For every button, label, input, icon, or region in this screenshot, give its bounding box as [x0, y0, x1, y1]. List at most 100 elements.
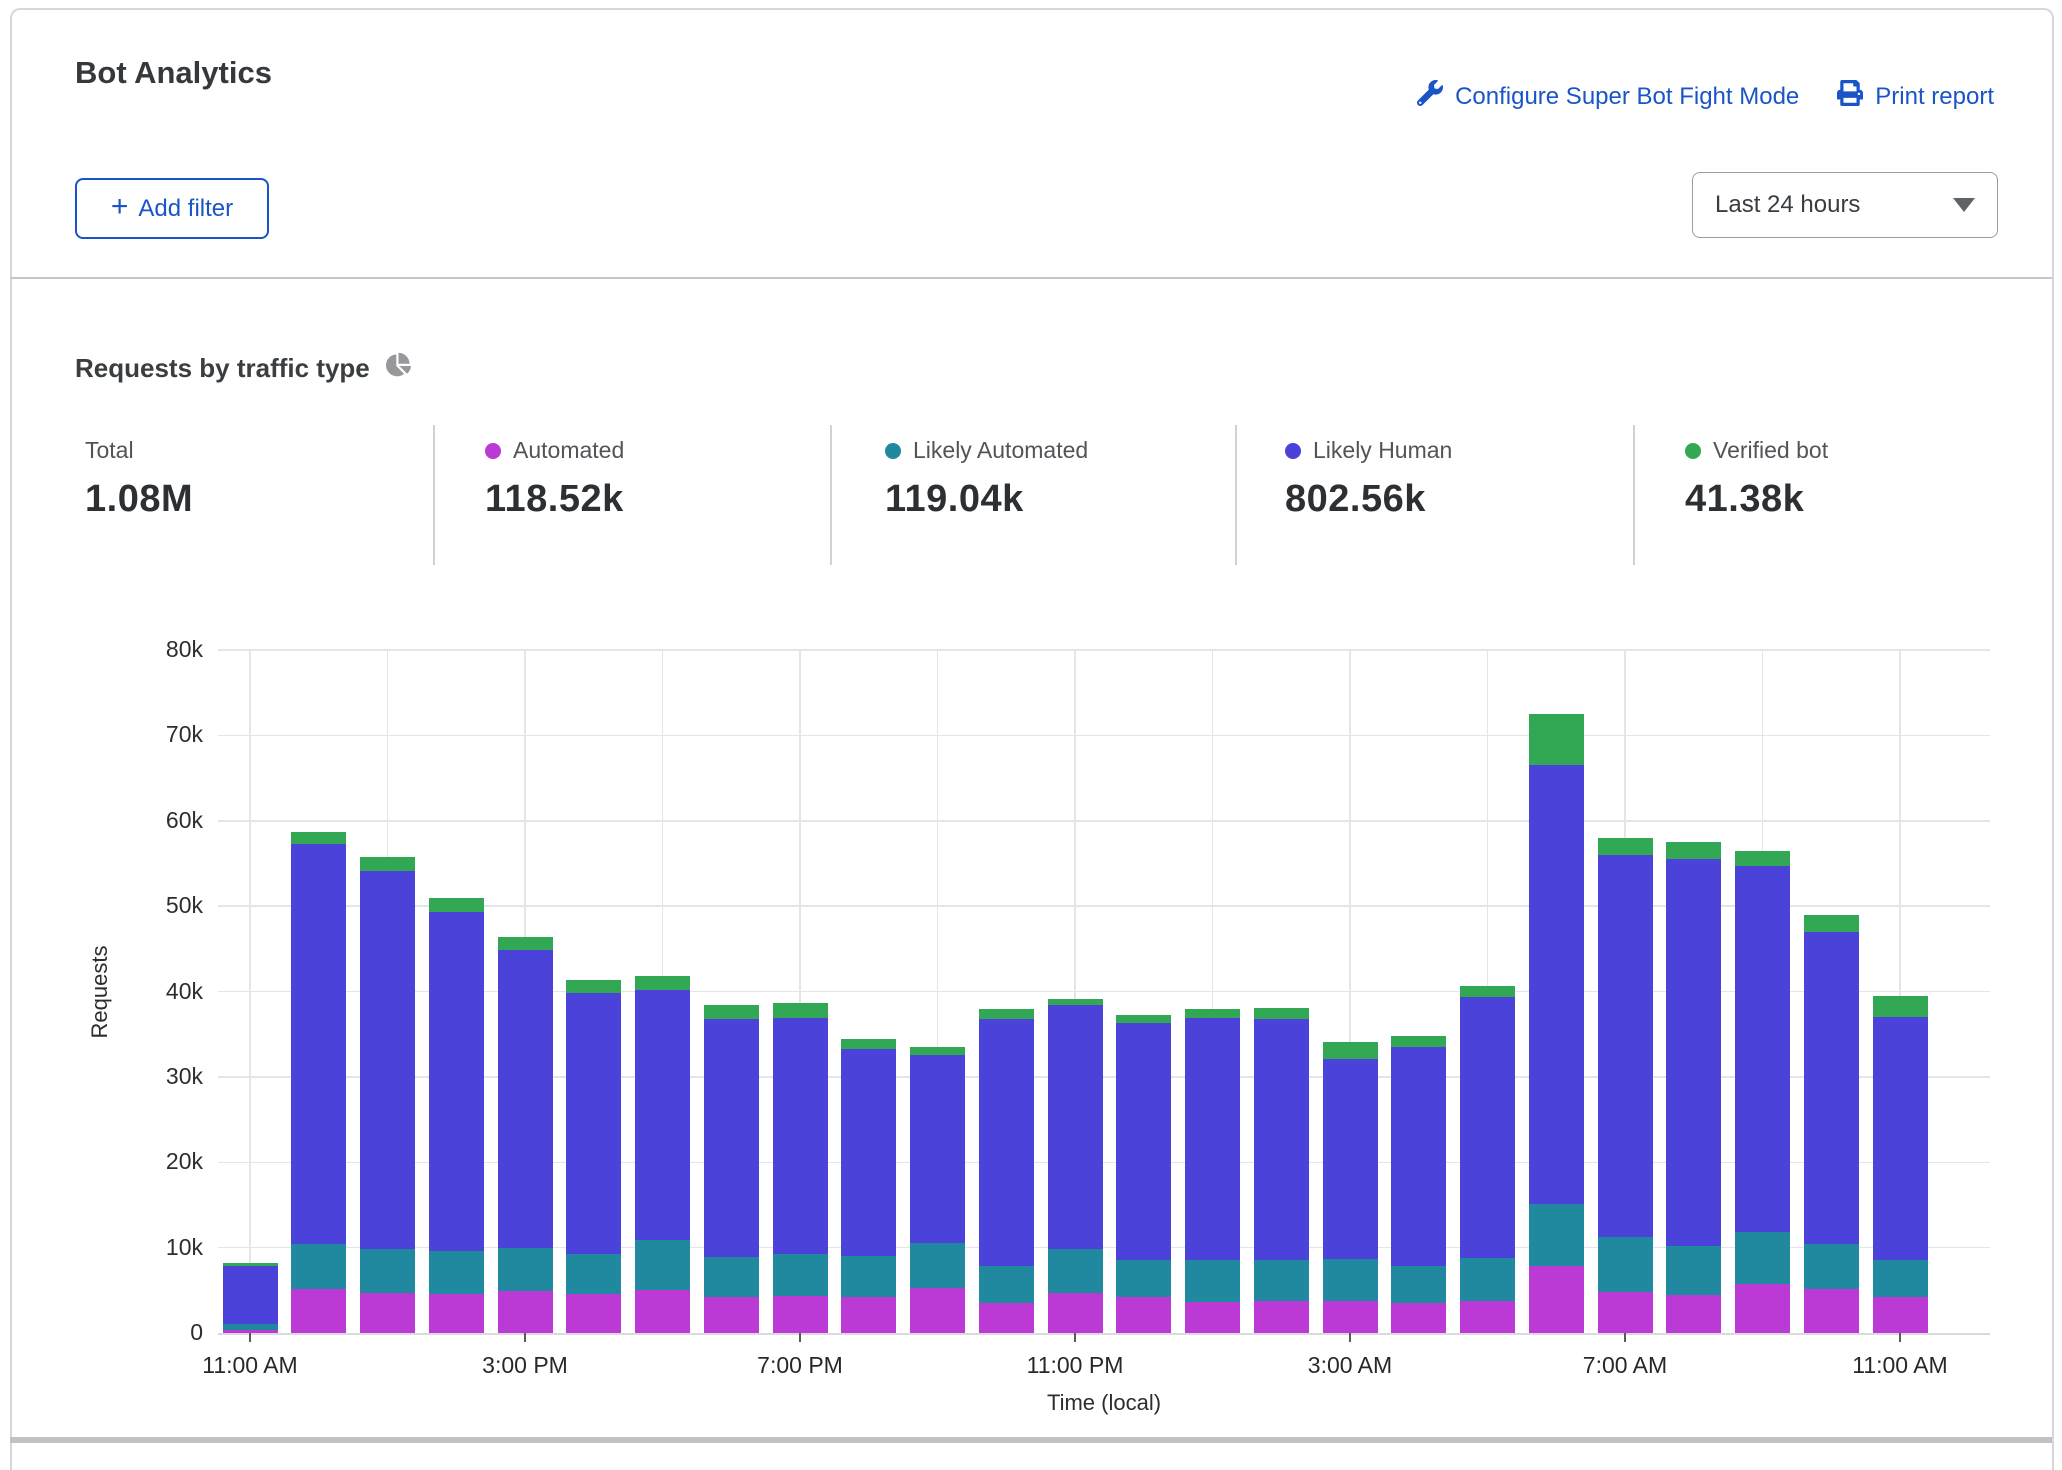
y-axis-title: Requests [87, 945, 112, 1038]
gridline-h [218, 905, 1990, 907]
bar-segment-automated [428, 1293, 484, 1333]
y-axis-tick-label: 50k [165, 892, 203, 919]
gridline-h [218, 649, 1990, 651]
bar-segment-verified-bot [428, 897, 484, 913]
bar-segment-likely-human [1185, 1017, 1240, 1260]
bar-segment-automated [841, 1297, 897, 1333]
bar-segment-verified-bot [360, 857, 415, 872]
x-axis-tick-mark [249, 1333, 251, 1342]
bar-segment-automated [1597, 1292, 1653, 1333]
x-axis-tick-label: 7:00 PM [757, 1352, 843, 1378]
bar-segment-likely-human [910, 1054, 965, 1244]
bar-segment-automated [1253, 1300, 1309, 1333]
x-axis-title: Time (local) [1046, 1390, 1162, 1415]
gridline-h [218, 1076, 1990, 1078]
bar-segment-automated [978, 1303, 1034, 1333]
bar-segment-automated [1666, 1295, 1722, 1333]
bar-segment-likely-human [497, 949, 553, 1249]
bar-segment-likely-human [360, 871, 415, 1250]
y-axis-tick-label: 70k [165, 721, 203, 748]
gridline-v [249, 650, 251, 1333]
bar-segment-automated [566, 1293, 622, 1333]
y-axis-tick-label: 40k [165, 977, 203, 1004]
bar-segment-verified-bot [910, 1046, 965, 1055]
bar-segment-likely-automated [910, 1243, 965, 1288]
bar-segment-likely-human [1391, 1046, 1447, 1267]
bar-segment-likely-human [1735, 865, 1790, 1233]
bar-segment-automated [772, 1296, 828, 1333]
x-axis-tick-mark [1624, 1333, 1626, 1342]
bar-segment-likely-automated [291, 1244, 347, 1289]
x-axis-tick-mark [799, 1333, 801, 1342]
bar-segment-likely-automated [1872, 1259, 1928, 1298]
bar-segment-automated [360, 1292, 415, 1333]
bar-segment-verified-bot [1666, 842, 1722, 860]
x-axis-line [218, 1333, 1990, 1335]
bar-segment-verified-bot [703, 1005, 759, 1019]
bar-segment-likely-automated [1666, 1245, 1722, 1296]
bar-segment-likely-automated [1322, 1258, 1378, 1302]
bar-segment-likely-automated [1185, 1259, 1240, 1303]
bar-segment-likely-human [1872, 1017, 1928, 1260]
stat-divider [1235, 425, 1237, 565]
bar-segment-likely-human [1047, 1005, 1103, 1250]
bar-segment-verified-bot [497, 936, 553, 950]
bar-segment-automated [1047, 1292, 1103, 1333]
bar-segment-automated [291, 1288, 347, 1333]
bar-segment-likely-human [1253, 1018, 1309, 1260]
requests-by-traffic-type-chart: 0 10k 20k 30k 40k 50k 60k 70k 80k 11:00 AM 3:00 PM… [0, 0, 2062, 1450]
bar-segment-verified-bot [1391, 1035, 1447, 1047]
bar-segment-likely-human [635, 989, 690, 1240]
bar-segment-automated [635, 1290, 690, 1333]
bar-segment-verified-bot [1872, 995, 1928, 1018]
bar-segment-likely-automated [1803, 1244, 1859, 1290]
bar-segment-likely-human [291, 843, 347, 1245]
x-axis-tick-label: 3:00 PM [482, 1352, 568, 1378]
gridline-h [218, 1161, 1990, 1163]
bar-segment-verified-bot [1253, 1007, 1309, 1019]
bar-segment-automated [1322, 1301, 1378, 1333]
x-axis-tick-mark [524, 1333, 526, 1342]
bar-segment-likely-automated [978, 1265, 1034, 1304]
bar-segment-likely-automated [1391, 1266, 1447, 1304]
bar-segment-likely-human [1460, 997, 1515, 1258]
y-axis-tick-label: 80k [165, 636, 203, 662]
y-axis-tick-label: 10k [165, 1233, 203, 1260]
bar-segment-likely-human [1528, 765, 1584, 1205]
bar-segment-likely-human [1597, 854, 1653, 1238]
bar-segment-automated [1735, 1284, 1790, 1333]
bar-segment-likely-automated [566, 1253, 622, 1294]
bar-segment-likely-human [772, 1017, 828, 1255]
bar-segment-likely-human [566, 993, 622, 1254]
bar-segment-likely-human [222, 1265, 278, 1324]
bar-segment-verified-bot [1735, 850, 1790, 866]
bar-segment-automated [1391, 1303, 1447, 1333]
bar-segment-likely-automated [497, 1248, 553, 1292]
x-axis-tick-label: 11:00 AM [1852, 1352, 1948, 1378]
bar-segment-verified-bot [1047, 999, 1103, 1006]
bar-segment-automated [910, 1287, 965, 1333]
bar-segment-automated [703, 1297, 759, 1333]
bar-segment-likely-automated [1047, 1249, 1103, 1293]
x-axis-tick-label: 11:00 PM [1026, 1352, 1124, 1378]
bar-segment-verified-bot [1322, 1041, 1378, 1059]
x-axis-tick-mark [1899, 1333, 1901, 1342]
bar-segment-automated [1872, 1297, 1928, 1333]
bar-segment-automated [1803, 1289, 1859, 1333]
bar-segment-likely-human [1666, 859, 1722, 1246]
bar-segment-verified-bot [1597, 837, 1653, 855]
gridline-h [218, 820, 1990, 822]
bar-segment-verified-bot [1803, 914, 1859, 932]
y-axis-tick-label: 20k [165, 1148, 203, 1175]
x-axis-tick-mark [1349, 1333, 1351, 1342]
bar-segment-verified-bot [841, 1039, 897, 1049]
bar-segment-likely-human [703, 1018, 759, 1257]
bar-segment-likely-automated [1735, 1232, 1790, 1285]
bar-segment-verified-bot [978, 1009, 1034, 1019]
bar-segment-automated [1460, 1300, 1515, 1333]
bar-segment-automated [1185, 1302, 1240, 1333]
bar-segment-verified-bot [1185, 1009, 1240, 1018]
next-card-edge [10, 1437, 2052, 1443]
bar-segment-automated [497, 1291, 553, 1333]
bar-segment-likely-human [1803, 931, 1859, 1245]
